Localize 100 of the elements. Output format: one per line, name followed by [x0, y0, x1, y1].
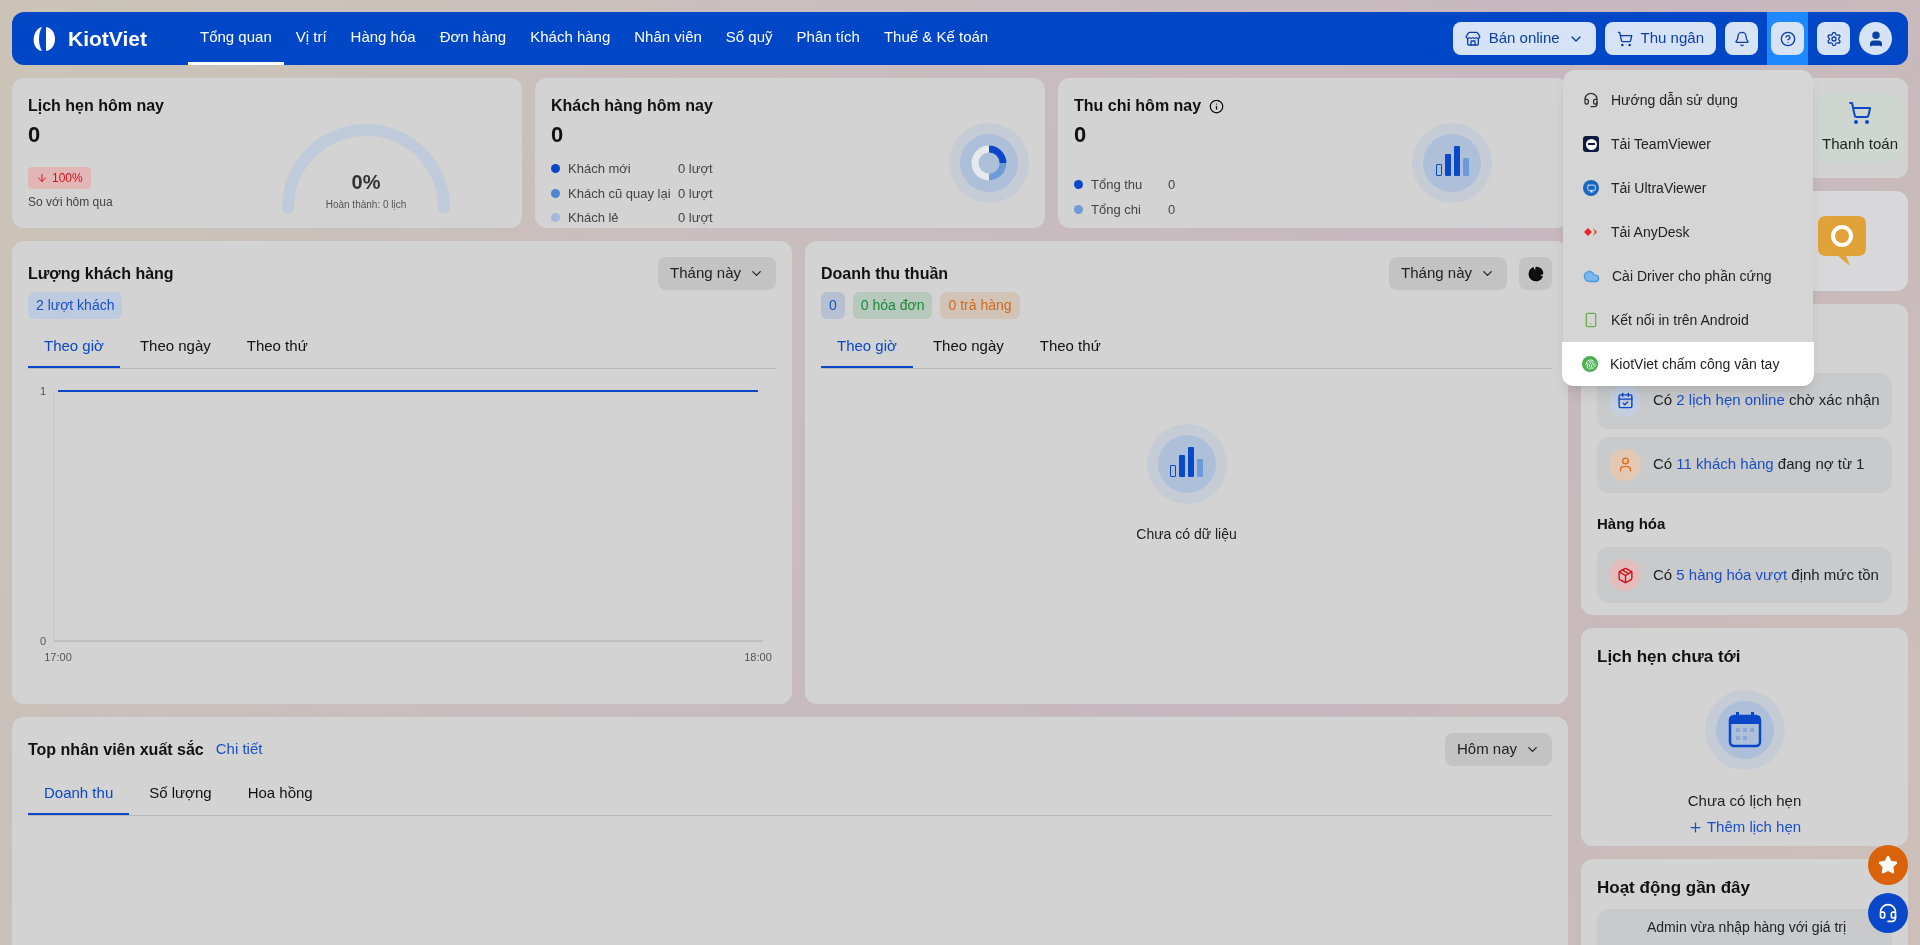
nav-link[interactable]: Đơn hàng [427, 12, 519, 65]
tab[interactable]: Theo giờ [821, 331, 913, 368]
change-caption: So với hôm qua [28, 194, 114, 211]
details-link[interactable]: Chi tiết [215, 738, 263, 761]
x-axis-label: 17:00 [44, 650, 72, 663]
shortcut-label: Thanh toán [1822, 133, 1898, 154]
change-badge: 100% [28, 167, 91, 189]
legend-value: 0 lượt [678, 160, 713, 178]
settings-icon [1825, 30, 1842, 47]
info-icon [1209, 98, 1225, 114]
card-title: Lịch hẹn hôm nay [28, 96, 164, 116]
card-title: Thu chi hôm nay [1074, 96, 1202, 116]
nav-link[interactable]: Vị trí [283, 12, 339, 65]
sell-online-button[interactable]: Bán online [1452, 22, 1596, 55]
star-icon [1878, 855, 1898, 875]
fingerprint-icon [1582, 356, 1598, 372]
store-icon [1464, 30, 1481, 47]
card-title: Lịch hẹn chưa tới [1597, 646, 1741, 668]
legend-value: 0 lượt [678, 184, 713, 203]
help-button[interactable] [1767, 12, 1808, 65]
menu-item[interactable]: Tải UltraViewer [1563, 166, 1813, 210]
menu-item[interactable]: Tải TeamViewer [1563, 122, 1813, 166]
favorite-button[interactable] [1868, 845, 1908, 885]
settings-button[interactable] [1817, 22, 1850, 55]
help-icon [1779, 30, 1796, 47]
cart-icon [1848, 100, 1873, 125]
tab[interactable]: Theo ngày [123, 331, 227, 368]
menu-item[interactable]: Tải AnyDesk [1563, 210, 1813, 254]
legend-label: Khách mới [568, 160, 632, 178]
pie-chart-icon [1527, 265, 1544, 282]
notification-button[interactable] [1725, 22, 1758, 55]
card-title: Khách hàng hôm nay [551, 96, 713, 116]
box-icon [1609, 559, 1641, 591]
tab[interactable]: Doanh thu [28, 778, 130, 815]
calendar-check-icon [1609, 384, 1641, 417]
nav-link[interactable]: Thuế & Kế toán [871, 12, 1001, 65]
notification-link[interactable]: 11 khách hàng [1676, 455, 1774, 473]
y-axis-label: 0 [40, 634, 47, 647]
card-title: Top nhân viên xuất sắc [28, 739, 204, 760]
headset-icon [1583, 92, 1599, 108]
count-badge: 2 lượt khách [28, 292, 123, 319]
notification-link[interactable]: 2 lịch hẹn online [1676, 391, 1785, 409]
empty-state-text: Chưa có dữ liệu [1136, 524, 1237, 544]
period-dropdown[interactable]: Hôm nay [1444, 733, 1552, 766]
legend-label: Khách lẻ [568, 209, 620, 227]
menu-item[interactable]: Hướng dẫn sử dụng [1563, 78, 1813, 122]
menu-item[interactable]: Cài Driver cho phần cứng [1563, 254, 1813, 298]
user-icon [1609, 448, 1641, 481]
nav-link[interactable]: Tổng quan [188, 12, 284, 65]
cart-icon [1616, 30, 1633, 47]
add-appointment-link[interactable]: Thêm lịch hẹn [1687, 816, 1802, 839]
nav-link[interactable]: Hàng hóa [338, 12, 428, 65]
legend-label: Tổng thu [1091, 176, 1144, 194]
notification-text: Có 2 lịch hẹn online chờ xác nhận [1653, 390, 1880, 411]
gauge-caption: Hoàn thành: 0 lịch [325, 198, 407, 212]
bell-icon [1733, 30, 1750, 47]
card-title: Doanh thu thuần [821, 263, 949, 284]
tab[interactable]: Hoa hồng [231, 778, 329, 815]
tab[interactable]: Theo thứ [230, 331, 324, 368]
legend-value: 0 lượt [678, 209, 713, 227]
nav-link[interactable]: Khách hàng [518, 12, 623, 65]
cashier-button[interactable]: Thu ngân [1604, 22, 1716, 55]
period-dropdown[interactable]: Tháng này [658, 257, 776, 290]
empty-state-text: Chưa có lịch hẹn [1687, 790, 1802, 811]
card-value: 0 [1074, 121, 1088, 149]
plus-icon [1687, 819, 1703, 835]
notification-link[interactable]: 5 hàng hóa vượt [1676, 565, 1788, 583]
nav-link[interactable]: Sổ quỹ [713, 12, 785, 65]
tab[interactable]: Theo giờ [28, 331, 120, 368]
chart-type-button[interactable] [1519, 257, 1552, 290]
card-value: 0 [28, 121, 42, 149]
nav-link[interactable]: Phân tích [784, 12, 872, 65]
gauge-percent: 0% [351, 170, 381, 195]
arrow-down-icon [36, 172, 48, 184]
legend-label: Tổng chi [1091, 200, 1142, 219]
logo-text: KiotViet [68, 25, 147, 52]
card-title: Hoạt động gần đây [1597, 877, 1751, 899]
count-badge: 0 trả hàng [940, 292, 1020, 319]
y-axis-label: 1 [40, 384, 47, 397]
count-badge: 0 [821, 292, 845, 319]
nav-link[interactable]: Nhân viên [622, 12, 714, 65]
section-heading: Hàng hóa [1597, 513, 1667, 534]
card-value: 0 [551, 121, 565, 149]
notification-text: Có 11 khách hàng đang nợ từ 1 [1653, 454, 1865, 475]
legend-value: 0 [1168, 200, 1176, 219]
menu-item[interactable]: Kết nối in trên Android [1563, 298, 1813, 342]
menu-item[interactable]: KiotViet chấm công vân tay [1562, 342, 1814, 386]
tab[interactable]: Theo ngày [916, 331, 1020, 368]
headset-icon [1878, 903, 1898, 923]
notification-text: Có 5 hàng hóa vượt định mức tồn [1653, 564, 1879, 585]
avatar-button[interactable] [1859, 22, 1892, 55]
speech-bubble-drawing [1816, 214, 1868, 268]
legend-value: 0 [1168, 176, 1176, 194]
activity-item: Admin vừa nhập hàng với giá trị [1597, 908, 1892, 945]
diamond-icon [1583, 226, 1599, 238]
count-badge: 0 hóa đơn [852, 292, 933, 319]
legend-label: Khách cũ quay lại [568, 184, 672, 203]
tab[interactable]: Theo thứ [1023, 331, 1117, 368]
tab[interactable]: Số lượng [133, 778, 228, 815]
period-dropdown[interactable]: Tháng này [1389, 257, 1507, 290]
